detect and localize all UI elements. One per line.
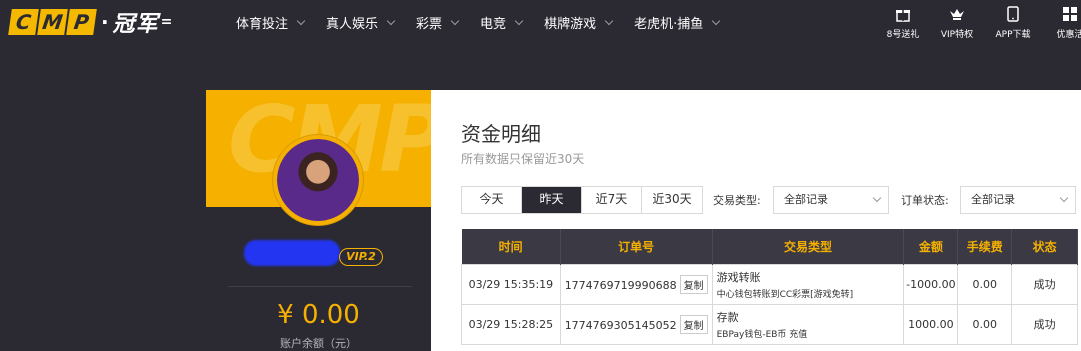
cell-status: 成功 bbox=[1011, 303, 1078, 345]
cell-fee: 0.00 bbox=[957, 263, 1013, 305]
column-header: 订单号 bbox=[560, 229, 713, 264]
cell-amount: 1000.00 bbox=[903, 303, 959, 345]
quick-link-label: 优惠活 bbox=[1056, 30, 1081, 40]
nav-label: 体育投注 bbox=[236, 17, 289, 32]
balance-amount: ¥ 0.00 bbox=[277, 300, 360, 330]
gift-icon bbox=[895, 6, 911, 22]
quick-link-label: APP下载 bbox=[995, 30, 1031, 40]
quick-link-label: VIP特权 bbox=[940, 30, 974, 40]
main-nav: 体育投注 真人娱乐 彩票 电竞 棋牌游戏 老虎机·捕鱼 bbox=[236, 13, 741, 32]
type-detail: EBPay钱包-EB币 充值 bbox=[716, 329, 808, 340]
nav-label: 彩票 bbox=[416, 17, 443, 32]
type-detail: 中心钱包转账到CC彩票[游戏免转] bbox=[716, 289, 854, 300]
cell-order-no: 1774769305145052 复制 bbox=[559, 303, 713, 345]
order-status-select[interactable]: 全部记录 bbox=[960, 186, 1076, 214]
tab-last-7-days[interactable]: 近7天 bbox=[582, 187, 642, 213]
nav-item-lottery[interactable]: 彩票 bbox=[416, 13, 460, 32]
nav-label: 老虎机·捕鱼 bbox=[634, 17, 704, 32]
column-header: 金额 bbox=[903, 229, 959, 264]
profile-card: CMP VIP.2 ¥ 0.00 账户余额（元） bbox=[206, 90, 431, 351]
order-number: 1774769305145052 bbox=[564, 318, 677, 332]
nav-item-card-games[interactable]: 棋牌游戏 bbox=[544, 13, 614, 32]
chevron-down-icon bbox=[296, 16, 306, 26]
tab-today[interactable]: 今天 bbox=[462, 187, 522, 213]
type-title: 游戏转账 bbox=[716, 270, 761, 284]
chevron-down-icon bbox=[450, 16, 460, 26]
transaction-type-select[interactable]: 全部记录 bbox=[773, 186, 889, 214]
chevron-down-icon bbox=[711, 16, 721, 26]
grid-icon bbox=[1062, 6, 1078, 22]
nav-label: 棋牌游戏 bbox=[544, 17, 597, 32]
fund-details-panel: 资金明细 所有数据只保留近30天 今天 昨天 近7天 近30天 交易类型: 全部… bbox=[431, 90, 1081, 351]
type-title: 存款 bbox=[716, 310, 739, 324]
quick-link-vip[interactable]: VIP特权 bbox=[927, 6, 987, 40]
logo-letters: C M P bbox=[8, 9, 97, 35]
order-number: 1774769719990688 bbox=[564, 278, 677, 292]
avatar-image bbox=[277, 139, 359, 221]
cell-type: 游戏转账 中心钱包转账到CC彩票[游戏免转] bbox=[711, 263, 905, 305]
page-subtitle: 所有数据只保留近30天 bbox=[461, 152, 585, 166]
select-value: 全部记录 bbox=[971, 193, 1015, 206]
table-header-row: 时间 订单号 交易类型 金额 手续费 状态 bbox=[461, 229, 1078, 264]
cell-order-no: 1774769719990688 复制 bbox=[559, 263, 713, 305]
cell-fee: 0.00 bbox=[957, 303, 1013, 345]
quick-link-gift[interactable]: 8号送礼 bbox=[873, 6, 933, 40]
tab-last-30-days[interactable]: 近30天 bbox=[642, 187, 702, 213]
username-redacted bbox=[244, 240, 340, 266]
nav-item-slots-fishing[interactable]: 老虎机·捕鱼 bbox=[634, 13, 721, 32]
quick-link-promotions[interactable]: 优惠活 bbox=[1040, 6, 1081, 40]
nav-label: 真人娱乐 bbox=[326, 17, 379, 32]
quick-link-label: 8号送礼 bbox=[886, 30, 920, 40]
copy-button[interactable]: 复制 bbox=[679, 274, 708, 294]
chevron-down-icon bbox=[604, 16, 614, 26]
quick-link-app[interactable]: APP下载 bbox=[983, 6, 1043, 40]
select-value: 全部记录 bbox=[784, 193, 828, 206]
table-row: 03/29 15:35:19 1774769719990688 复制 游戏转账 中… bbox=[461, 263, 1078, 305]
chevron-down-icon bbox=[1059, 193, 1069, 203]
date-range-tabs: 今天 昨天 近7天 近30天 bbox=[461, 186, 703, 214]
transaction-type-label: 交易类型: bbox=[713, 194, 761, 207]
cell-amount: -1000.00 bbox=[903, 263, 959, 305]
cell-time: 03/29 15:35:19 bbox=[461, 263, 561, 305]
table-row: 03/29 15:28:25 1774769305145052 复制 存款 EBP… bbox=[461, 303, 1078, 345]
order-status-label: 订单状态: bbox=[901, 194, 949, 207]
nav-item-live-casino[interactable]: 真人娱乐 bbox=[326, 13, 396, 32]
mobile-icon bbox=[1005, 6, 1021, 22]
logo-letter: C bbox=[8, 9, 39, 35]
chevron-down-icon bbox=[872, 193, 882, 203]
balance-label: 账户余额（元） bbox=[280, 337, 357, 350]
column-header: 手续费 bbox=[957, 229, 1013, 264]
chevron-down-icon bbox=[514, 16, 524, 26]
logo-tail-mark: = bbox=[160, 14, 173, 30]
chevron-down-icon bbox=[386, 16, 396, 26]
logo-brand: 冠军 bbox=[112, 12, 159, 37]
logo-letter: P bbox=[66, 9, 97, 35]
page-title: 资金明细 bbox=[461, 122, 541, 146]
fund-details-table: 时间 订单号 交易类型 金额 手续费 状态 03/29 15:35:19 177… bbox=[461, 229, 1078, 345]
logo-dot: · bbox=[101, 10, 109, 34]
nav-item-sports[interactable]: 体育投注 bbox=[236, 13, 306, 32]
profile-divider bbox=[228, 286, 412, 287]
cell-time: 03/29 15:28:25 bbox=[461, 303, 561, 345]
tab-yesterday[interactable]: 昨天 bbox=[522, 187, 582, 213]
logo-letter: M bbox=[37, 9, 68, 35]
cmp-logo[interactable]: C M P · 冠军 = bbox=[8, 8, 173, 37]
cell-type: 存款 EBPay钱包-EB币 充值 bbox=[711, 303, 905, 345]
column-header: 交易类型 bbox=[712, 229, 905, 264]
avatar[interactable] bbox=[273, 135, 363, 225]
column-header: 时间 bbox=[461, 229, 561, 264]
column-header: 状态 bbox=[1011, 229, 1078, 264]
vip-badge: VIP.2 bbox=[339, 248, 383, 266]
top-navbar: C M P · 冠军 = 体育投注 真人娱乐 彩票 电竞 棋牌游戏 老虎机·捕鱼… bbox=[0, 0, 1081, 46]
nav-label: 电竞 bbox=[480, 17, 507, 32]
copy-button[interactable]: 复制 bbox=[679, 314, 708, 334]
crown-icon bbox=[949, 6, 965, 22]
nav-item-esports[interactable]: 电竞 bbox=[480, 13, 524, 32]
cell-status: 成功 bbox=[1011, 263, 1078, 305]
